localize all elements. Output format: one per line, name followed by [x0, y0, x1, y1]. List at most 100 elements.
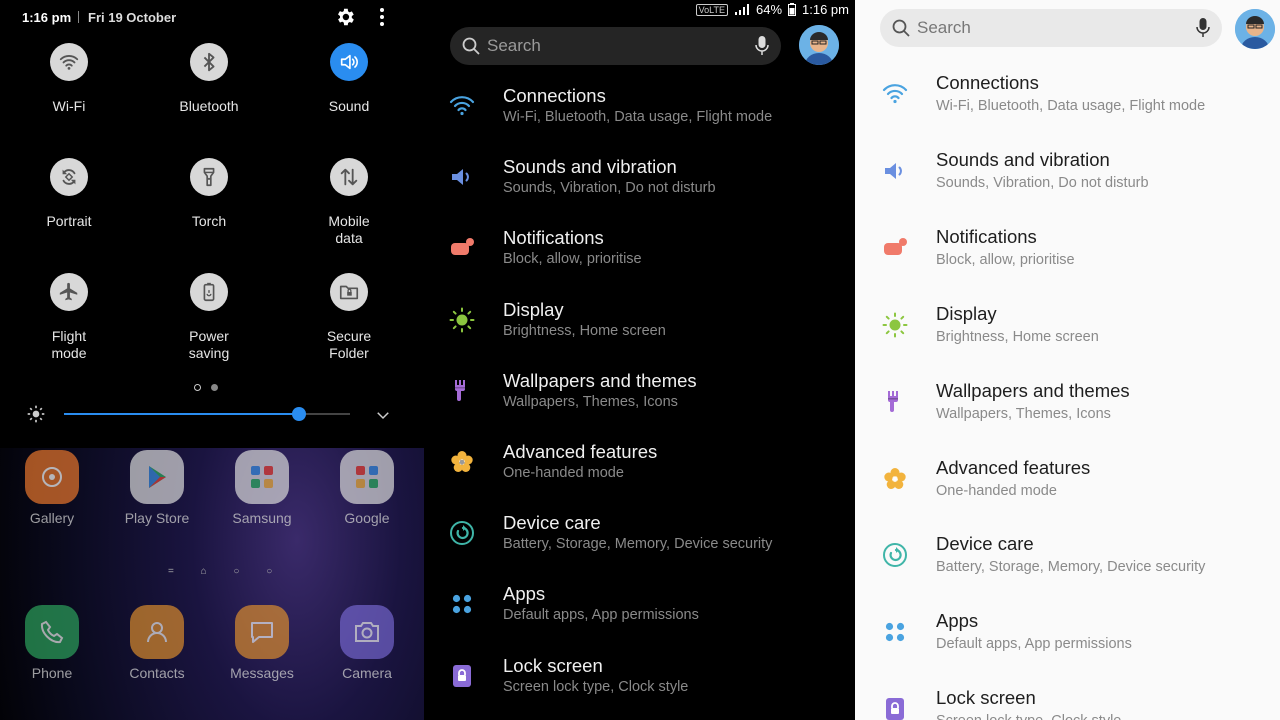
app-google-folder[interactable]: Google [315, 450, 419, 526]
app-icon-wrap [130, 450, 184, 504]
settings-item-device-care[interactable]: Device care Battery, Storage, Memory, Dev… [424, 512, 855, 572]
search-placeholder: Search [487, 36, 541, 55]
settings-item-advanced-features[interactable]: Advanced features One-handed mode [424, 441, 855, 501]
settings-dark-screen: VoLTE 64% 1:16 pm Search Connections Wi-F… [424, 0, 855, 720]
settings-item-subtitle: Screen lock type, Clock style [936, 713, 1121, 720]
wifi-icon [59, 55, 79, 70]
app-play-store[interactable]: Play Store [105, 450, 209, 526]
settings-search-bar[interactable]: Search [450, 27, 781, 65]
bluetooth-icon [203, 52, 215, 72]
settings-item-connections[interactable]: Connections Wi-Fi, Bluetooth, Data usage,… [424, 85, 855, 145]
gear-icon[interactable] [334, 6, 356, 28]
tile-label: Flight mode [51, 328, 87, 361]
settings-item-icon [448, 163, 476, 191]
settings-item-lock-screen[interactable]: Lock screen Screen lock type, Clock style [424, 655, 855, 715]
settings-item-title: Connections [503, 85, 606, 106]
settings-item-subtitle: Screen lock type, Clock style [503, 678, 689, 695]
page-dot [194, 384, 201, 391]
settings-item-icon [448, 306, 476, 334]
settings-item-wallpapers-and-themes[interactable]: Wallpapers and themes Wallpapers, Themes,… [855, 380, 1280, 440]
avatar[interactable] [799, 25, 839, 65]
chevron-down-icon[interactable] [374, 406, 392, 424]
sun-icon [449, 307, 475, 333]
settings-item-apps[interactable]: Apps Default apps, App permissions [855, 610, 1280, 670]
app-label: Google [344, 510, 390, 526]
app-icon-wrap [340, 450, 394, 504]
screen: 1:16 pm Fri 19 October Wi-Fi Bluetooth S… [0, 0, 1280, 720]
sun-icon [882, 312, 908, 338]
toggle-circle [330, 158, 368, 196]
settings-item-subtitle: Block, allow, prioritise [936, 251, 1075, 268]
settings-item-icon [881, 234, 909, 262]
settings-item-apps[interactable]: Apps Default apps, App permissions [424, 583, 855, 643]
settings-item-display[interactable]: Display Brightness, Home screen [424, 299, 855, 359]
app-camera[interactable]: Camera [315, 605, 419, 681]
settings-item-subtitle: Wallpapers, Themes, Icons [503, 393, 678, 410]
app-label: Gallery [29, 510, 75, 526]
settings-item-icon [881, 465, 909, 493]
settings-item-connections[interactable]: Connections Wi-Fi, Bluetooth, Data usage,… [855, 72, 1280, 132]
settings-item-title: Display [503, 298, 564, 320]
app-phone[interactable]: Phone [0, 605, 104, 681]
settings-item-icon [881, 695, 909, 720]
brightness-slider-fill [64, 413, 299, 415]
settings-item-display[interactable]: Display Brightness, Home screen [855, 303, 1280, 363]
more-options-icon[interactable] [374, 6, 390, 28]
person-icon [147, 622, 167, 643]
app-icon-wrap [235, 450, 289, 504]
app-messages[interactable]: Messages [210, 605, 314, 681]
rotate-icon [62, 169, 76, 185]
tile-label: Bluetooth [179, 98, 239, 114]
brush-icon [888, 390, 898, 412]
settings-item-sounds-and-vibration[interactable]: Sounds and vibration Sounds, Vibration, D… [424, 156, 855, 216]
settings-item-lock-screen[interactable]: Lock screen Screen lock type, Clock style [855, 687, 1280, 720]
settings-item-title: Notifications [503, 227, 604, 249]
microphone-icon[interactable] [755, 35, 769, 57]
app-contacts[interactable]: Contacts [105, 605, 209, 681]
settings-item-title: Wallpapers and themes [936, 379, 1130, 401]
settings-item-subtitle: Sounds, Vibration, Do not disturb [936, 174, 1149, 191]
secure-folder-toggle[interactable]: Secure Folder [289, 273, 409, 373]
power-saving-toggle[interactable]: Power saving [149, 273, 269, 373]
app-icon-wrap [130, 605, 184, 659]
settings-item-subtitle: Sounds, Vibration, Do not disturb [503, 180, 716, 197]
settings-item-subtitle: Wi-Fi, Bluetooth, Data usage, Flight mod… [936, 98, 1206, 114]
toggle-circle [330, 43, 368, 81]
clock: 1:16 pm [22, 10, 72, 25]
wifi-toggle[interactable]: Wi-Fi [9, 43, 129, 143]
settings-item-icon [448, 448, 476, 476]
volume-icon [885, 162, 902, 179]
bluetooth-toggle[interactable]: Bluetooth [149, 43, 269, 143]
avatar[interactable] [1235, 9, 1275, 49]
app-gallery[interactable]: Gallery [0, 450, 104, 526]
flight-mode-toggle[interactable]: Flight mode [9, 273, 129, 373]
settings-item-wallpapers-and-themes[interactable]: Wallpapers and themes Wallpapers, Themes,… [424, 370, 855, 430]
toggle-circle [50, 158, 88, 196]
brightness-slider-thumb[interactable] [291, 407, 306, 421]
mobile-data-toggle[interactable]: Mobile data [289, 158, 409, 258]
app-samsung-folder[interactable]: Samsung [210, 450, 314, 526]
tile-label: Secure Folder [326, 328, 372, 361]
sound-toggle[interactable]: Sound [289, 43, 409, 143]
settings-item-device-care[interactable]: Device care Battery, Storage, Memory, Dev… [855, 533, 1280, 593]
settings-search-bar[interactable]: Search [880, 9, 1222, 47]
app-icon-wrap [25, 450, 79, 504]
tile-label: Power saving [188, 328, 230, 361]
status-clock: 1:16 pm [802, 2, 849, 17]
notification-icon [451, 238, 474, 256]
portrait-toggle[interactable]: Portrait [9, 158, 129, 258]
brightness-slider[interactable] [64, 407, 350, 421]
app-icon-wrap [340, 605, 394, 659]
settings-item-subtitle: Wi-Fi, Bluetooth, Data usage, Flight mod… [503, 109, 773, 125]
folder-grid-icon [356, 466, 378, 488]
settings-item-icon [448, 590, 476, 618]
settings-item-sounds-and-vibration[interactable]: Sounds and vibration Sounds, Vibration, D… [855, 149, 1280, 209]
settings-item-title: Advanced features [503, 441, 658, 462]
torch-toggle[interactable]: Torch [149, 158, 269, 258]
settings-item-notifications[interactable]: Notifications Block, allow, prioritise [424, 227, 855, 287]
play-store-icon [149, 466, 166, 488]
settings-item-advanced-features[interactable]: Advanced features One-handed mode [855, 457, 1280, 517]
settings-item-notifications[interactable]: Notifications Block, allow, prioritise [855, 226, 1280, 286]
microphone-icon[interactable] [1196, 17, 1210, 39]
message-icon [251, 622, 273, 643]
